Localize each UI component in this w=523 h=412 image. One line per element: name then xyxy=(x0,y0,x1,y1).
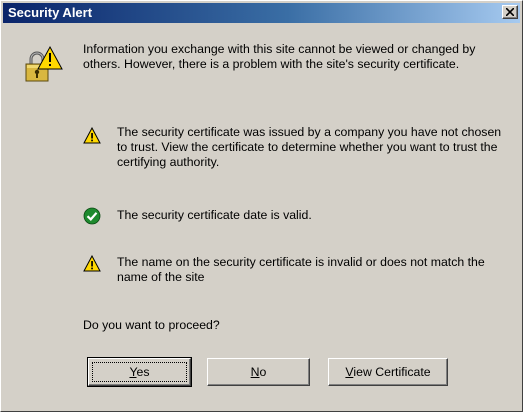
title-bar[interactable]: Security Alert xyxy=(3,3,520,23)
intro-text: Information you exchange with this site … xyxy=(83,42,476,71)
yes-button[interactable]: Yes xyxy=(87,357,192,387)
name-mismatch-text: The name on the security certificate is … xyxy=(117,255,485,284)
security-lock-warning-icon xyxy=(25,45,63,82)
untrusted-issuer-text: The security certificate was issued by a… xyxy=(117,125,502,169)
no-accelerator: N xyxy=(250,365,260,379)
security-alert-dialog: Security Alert Information you exchange … xyxy=(0,0,523,412)
yes-accelerator: Y xyxy=(129,365,137,379)
check-circle-icon xyxy=(83,207,101,225)
date-valid-text: The security certificate date is valid. xyxy=(117,208,312,222)
view-certificate-label-rest: iew Certificate xyxy=(353,365,431,379)
proceed-question: Do you want to proceed? xyxy=(83,318,220,332)
view-certificate-button[interactable]: View Certificate xyxy=(328,358,448,386)
close-x-icon xyxy=(506,8,514,16)
close-button[interactable] xyxy=(502,5,518,19)
warning-triangle-icon xyxy=(83,255,101,272)
no-label-rest: o xyxy=(259,365,267,379)
no-button[interactable]: No xyxy=(207,358,310,386)
window-title: Security Alert xyxy=(8,5,93,20)
yes-label-rest: es xyxy=(136,365,150,379)
warning-triangle-icon xyxy=(83,127,101,144)
